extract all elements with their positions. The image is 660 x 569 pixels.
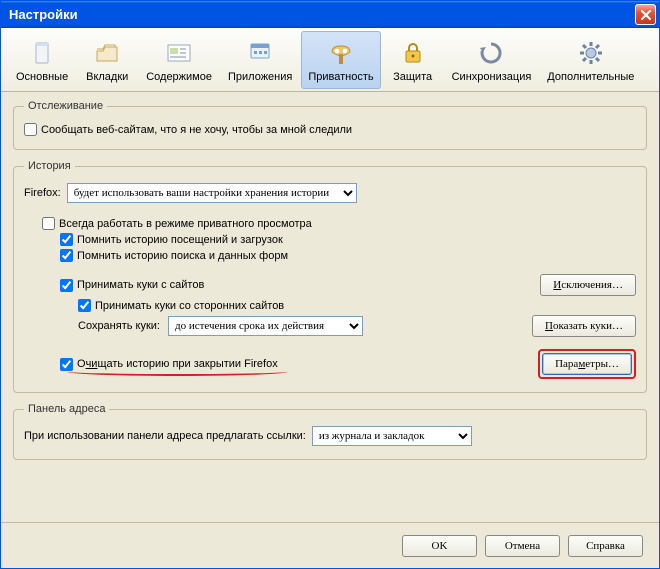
tab-label: Приватность [308,71,373,83]
keep-cookies-label: Сохранять куки: [78,320,160,332]
always-private-checkbox[interactable] [42,217,55,230]
always-private-label[interactable]: Всегда работать в режиме приватного прос… [59,218,312,230]
firefox-mode-select[interactable]: будет использовать ваши настройки хранен… [67,183,357,203]
category-toolbar: Основные Вкладки Содержимое Приложения П… [1,28,659,92]
dnt-checkbox[interactable] [24,123,37,136]
show-cookies-button[interactable]: Показать куки… [532,315,636,337]
privacy-icon [325,37,357,69]
sync-icon [475,37,507,69]
cookie-exceptions-button[interactable]: Исключения… [540,274,636,296]
tab-label: Дополнительные [547,71,634,83]
tab-label: Приложения [228,71,292,83]
addressbar-group: Панель адреса При использовании панели а… [13,403,647,460]
tab-advanced[interactable]: Дополнительные [540,31,641,89]
tab-label: Синхронизация [452,71,532,83]
content-icon [163,37,195,69]
highlight-box: Параметры… [538,349,636,379]
third-party-cookies-checkbox[interactable] [78,299,91,312]
cancel-button[interactable]: Отмена [485,535,560,557]
tab-applications[interactable]: Приложения [221,31,299,89]
tab-sync[interactable]: Синхронизация [445,31,539,89]
remember-browse-checkbox[interactable] [60,233,73,246]
dialog-footer: OK Отмена Справка [1,522,659,568]
remember-search-checkbox[interactable] [60,249,73,262]
settings-window: Настройки Основные Вкладки Содержимое Пр… [0,0,660,569]
history-legend: История [24,160,75,172]
tab-label: Защита [393,71,432,83]
suggest-label: При использовании панели адреса предлага… [24,430,306,442]
content-area: Отслеживание Сообщать веб-сайтам, что я … [1,92,659,522]
general-icon [26,37,58,69]
remember-browse-label[interactable]: Помнить историю посещений и загрузок [77,234,283,246]
remember-search-label[interactable]: Помнить историю поиска и данных форм [77,250,288,262]
window-title: Настройки [9,7,635,22]
help-button[interactable]: Справка [568,535,643,557]
tracking-legend: Отслеживание [24,100,107,112]
addressbar-legend: Панель адреса [24,403,109,415]
dnt-label[interactable]: Сообщать веб-сайтам, что я не хочу, чтоб… [41,124,352,136]
tab-label: Вкладки [86,71,128,83]
tab-label: Основные [16,71,68,83]
firefox-label: Firefox: [24,187,61,199]
history-group: История Firefox: будет использовать ваши… [13,160,647,393]
security-icon [397,37,429,69]
close-button[interactable] [635,4,656,25]
clear-on-close-label[interactable]: Очищать историю при закрытии Firefox [77,358,278,370]
suggest-select[interactable]: из журнала и закладок [312,426,472,446]
tab-general[interactable]: Основные [9,31,75,89]
tab-security[interactable]: Защита [383,31,443,89]
close-icon [640,9,652,21]
clear-settings-button[interactable]: Параметры… [542,353,632,375]
tab-content[interactable]: Содержимое [139,31,219,89]
accept-cookies-label[interactable]: Принимать куки с сайтов [77,279,204,291]
tab-label: Содержимое [146,71,212,83]
titlebar: Настройки [1,1,659,28]
accept-cookies-checkbox[interactable] [60,279,73,292]
tab-tabs[interactable]: Вкладки [77,31,137,89]
ok-button[interactable]: OK [402,535,477,557]
third-party-cookies-label[interactable]: Принимать куки со сторонних сайтов [95,300,284,312]
tabs-icon [91,37,123,69]
tab-privacy[interactable]: Приватность [301,31,380,89]
gear-icon [575,37,607,69]
keep-cookies-select[interactable]: до истечения срока их действия [168,316,363,336]
tracking-group: Отслеживание Сообщать веб-сайтам, что я … [13,100,647,150]
applications-icon [244,37,276,69]
